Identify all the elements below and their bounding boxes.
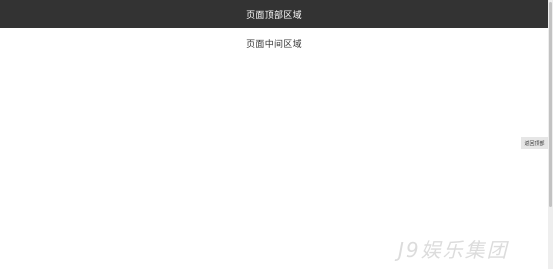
back-to-top-button[interactable]: 返回顶部 bbox=[521, 137, 548, 149]
header-title: 页面顶部区域 bbox=[246, 10, 302, 21]
watermark-logo: J9娱乐集团 bbox=[398, 238, 509, 262]
page: 页面顶部区域 页面中间区域 返回顶部 J9娱乐集团 bbox=[0, 0, 553, 269]
scrollbar-thumb[interactable] bbox=[549, 2, 552, 207]
page-header: 页面顶部区域 bbox=[0, 0, 548, 28]
vertical-scrollbar[interactable] bbox=[548, 0, 553, 269]
main-content-title: 页面中间区域 bbox=[246, 40, 302, 50]
